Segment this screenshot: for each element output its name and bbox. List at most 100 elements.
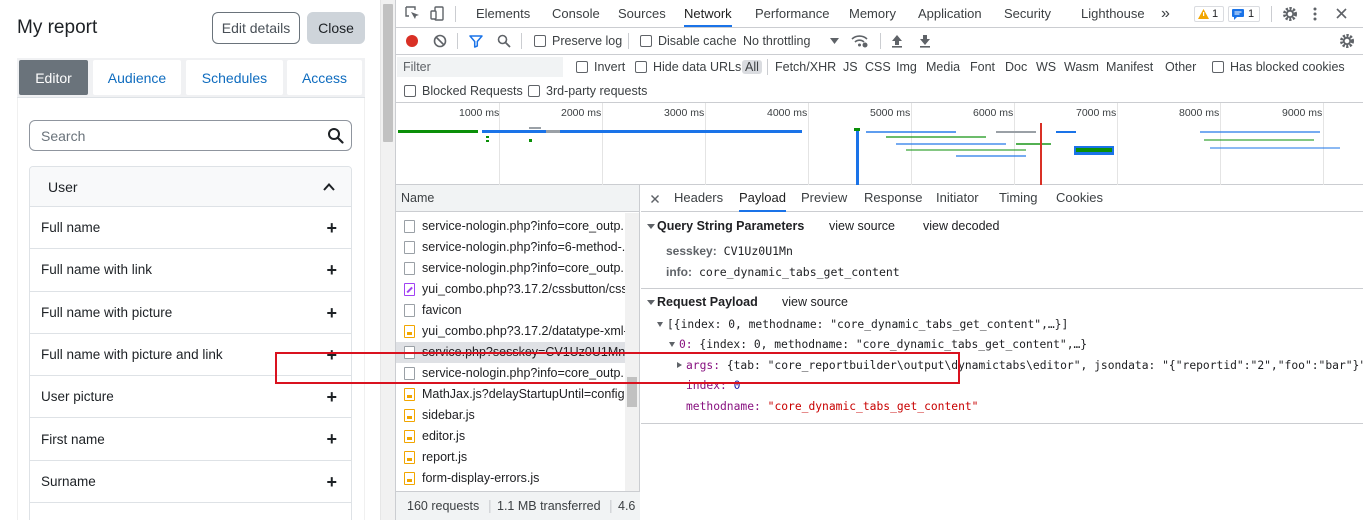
tab-audience[interactable]: Audience — [93, 60, 181, 95]
third-party-checkbox[interactable] — [528, 85, 540, 97]
script-file-icon — [404, 430, 415, 443]
tab-access[interactable]: Access — [287, 60, 362, 95]
list-item[interactable]: Full name + — [30, 207, 351, 250]
tab-editor[interactable]: Editor — [19, 60, 88, 95]
record-icon[interactable] — [405, 34, 419, 48]
tab-performance[interactable]: Performance — [755, 0, 829, 27]
gear-icon[interactable] — [1282, 6, 1298, 22]
tab-lighthouse[interactable]: Lighthouse — [1081, 0, 1145, 27]
close-icon[interactable] — [651, 195, 659, 203]
filter-type-other[interactable]: Other — [1165, 60, 1196, 74]
param-sesskey: sesskey: CV1Uz0U1Mn — [666, 244, 793, 258]
export-icon[interactable] — [919, 34, 931, 48]
filter-type-media[interactable]: Media — [926, 60, 960, 74]
table-row[interactable]: favicon — [396, 300, 626, 321]
more-tabs-button[interactable]: » — [1161, 0, 1170, 27]
filter-type-ws[interactable]: WS — [1036, 60, 1056, 74]
field-list: User Full name + Full name with link + Ful… — [29, 166, 352, 520]
document-file-icon — [404, 304, 415, 317]
page-scrollbar[interactable] — [380, 0, 395, 520]
filter-type-img[interactable]: Img — [896, 60, 917, 74]
inspect-element-icon[interactable] — [405, 6, 420, 21]
page-title: My report — [17, 17, 98, 38]
tab-elements[interactable]: Elements — [476, 0, 530, 27]
table-row[interactable]: MathJax.js?delayStartupUntil=config... — [396, 384, 626, 405]
table-row[interactable]: service-nologin.php?info=core_outp... — [396, 216, 626, 237]
filter-type-fetch-xhr[interactable]: Fetch/XHR — [775, 60, 836, 74]
close-icon[interactable] — [1335, 7, 1348, 20]
close-button[interactable]: Close — [307, 12, 365, 44]
table-row[interactable]: service-nologin.php?info=core_outp... — [396, 258, 626, 279]
payload-value: {index: 0, methodname: "core_dynamic_tab… — [699, 338, 1088, 351]
invert-checkbox[interactable] — [576, 61, 588, 73]
tab-cookies[interactable]: Cookies — [1056, 185, 1103, 212]
warnings-badge[interactable]: 1 — [1194, 6, 1224, 22]
tab-preview[interactable]: Preview — [801, 185, 847, 212]
import-icon[interactable] — [891, 34, 903, 48]
filter-type-all[interactable]: All — [742, 60, 762, 74]
disable-cache-checkbox[interactable] — [640, 35, 652, 47]
tab-memory[interactable]: Memory — [849, 0, 896, 27]
network-conditions-icon[interactable] — [851, 33, 869, 49]
expand-triangle-icon — [647, 300, 655, 305]
messages-count: 1 — [1248, 8, 1255, 20]
hide-data-urls-checkbox[interactable] — [635, 61, 647, 73]
edit-details-button[interactable]: Edit details — [212, 12, 300, 44]
view-source-button[interactable]: view source — [829, 219, 895, 233]
table-row[interactable]: service-nologin.php?info=6-method-... — [396, 237, 626, 258]
search-icon[interactable] — [497, 34, 511, 48]
tab-headers[interactable]: Headers — [674, 185, 723, 212]
table-row[interactable]: sidebar.js — [396, 405, 626, 426]
has-blocked-cookies-checkbox[interactable] — [1212, 61, 1224, 73]
list-item[interactable]: Full name with picture + — [30, 292, 351, 334]
messages-badge[interactable]: 1 — [1228, 6, 1260, 22]
table-row[interactable]: yui_combo.php?3.17.2/datatype-xml-... — [396, 321, 626, 342]
table-row[interactable]: editor.js — [396, 426, 626, 447]
blocked-requests-checkbox[interactable] — [404, 85, 416, 97]
tab-application[interactable]: Application — [918, 0, 982, 27]
tab-response[interactable]: Response — [864, 185, 923, 212]
view-decoded-button[interactable]: view decoded — [923, 219, 999, 233]
request-payload-section-header[interactable]: Request Payload view source — [641, 289, 1363, 316]
filter-type-js[interactable]: JS — [843, 60, 858, 74]
tab-sources[interactable]: Sources — [618, 0, 666, 27]
tab-console[interactable]: Console — [552, 0, 600, 27]
filter-type-css[interactable]: CSS — [865, 60, 891, 74]
network-settings-gear-icon[interactable] — [1339, 33, 1355, 49]
tab-payload[interactable]: Payload — [739, 185, 786, 212]
filter-type-wasm[interactable]: Wasm — [1064, 60, 1099, 74]
tab-security[interactable]: Security — [1004, 0, 1051, 27]
filter-type-doc[interactable]: Doc — [1005, 60, 1027, 74]
tab-timing[interactable]: Timing — [999, 185, 1038, 212]
tab-initiator[interactable]: Initiator — [936, 185, 979, 212]
preserve-log-checkbox[interactable] — [534, 35, 546, 47]
filter-type-manifest[interactable]: Manifest — [1106, 60, 1153, 74]
group-header-user[interactable]: User — [30, 167, 351, 207]
payload-root[interactable]: [{index: 0, methodname: "core_dynamic_ta… — [657, 318, 1068, 331]
tab-schedules[interactable]: Schedules — [186, 60, 283, 95]
table-row[interactable]: form-display-errors.js — [396, 468, 626, 489]
scrollbar-thumb[interactable] — [383, 4, 393, 142]
list-item[interactable]: Surname + — [30, 461, 351, 504]
payload-item-0[interactable]: 0: {index: 0, methodname: "core_dynamic_… — [669, 338, 1087, 351]
param-value: core_dynamic_tabs_get_content — [698, 265, 900, 279]
devtools-panel: Elements Console Sources Network Perform… — [395, 0, 1363, 520]
param-value: CV1Uz0U1Mn — [723, 244, 793, 258]
view-source-button[interactable]: view source — [782, 295, 848, 309]
clear-icon[interactable] — [433, 34, 447, 48]
network-overview-timeline[interactable]: 1000 ms 2000 ms 3000 ms 4000 ms 5000 ms … — [396, 103, 1363, 185]
list-item[interactable]: Full name with link + — [30, 249, 351, 292]
tab-network[interactable]: Network — [684, 0, 732, 27]
device-toolbar-icon[interactable] — [430, 6, 445, 21]
table-row[interactable]: report.js — [396, 447, 626, 468]
search-input[interactable]: Search — [29, 120, 352, 151]
table-row[interactable]: yui_combo.php?3.17.2/cssbutton/css... — [396, 279, 626, 300]
column-header-name[interactable]: Name — [396, 185, 639, 212]
filter-type-font[interactable]: Font — [970, 60, 995, 74]
throttling-select[interactable]: No throttling — [743, 34, 810, 48]
list-item[interactable]: First name + — [30, 418, 351, 461]
filter-input[interactable]: Filter — [397, 57, 563, 77]
kebab-menu-icon[interactable] — [1312, 6, 1318, 22]
filter-icon[interactable] — [469, 34, 483, 48]
query-string-section-header[interactable]: Query String Parameters view source view… — [641, 213, 1363, 240]
